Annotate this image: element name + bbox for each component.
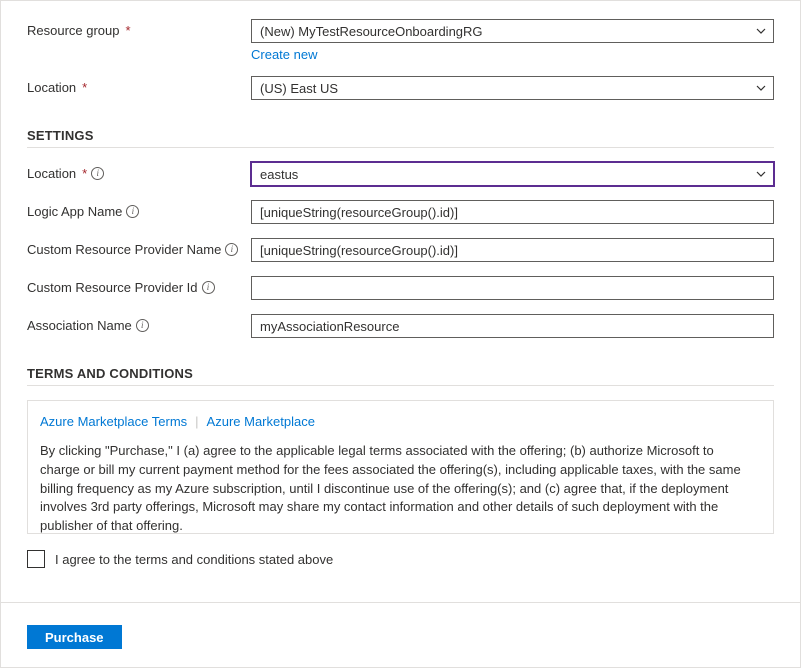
terms-scroll[interactable]: Azure Marketplace Terms | Azure Marketpl…: [28, 401, 773, 533]
terms-heading: TERMS AND CONDITIONS: [27, 366, 774, 381]
custom-rp-id-input[interactable]: [251, 276, 774, 300]
label-resource-group: Resource group *: [27, 19, 251, 38]
label-location-basics-text: Location: [27, 80, 76, 95]
label-association-name-text: Association Name: [27, 318, 132, 333]
logic-app-name-input[interactable]: [251, 200, 774, 224]
settings-heading: SETTINGS: [27, 128, 774, 143]
label-location-basics: Location *: [27, 76, 251, 95]
association-name-input[interactable]: [251, 314, 774, 338]
label-custom-rp-id: Custom Resource Provider Id i: [27, 276, 251, 295]
label-location-settings-text: Location: [27, 166, 76, 181]
label-custom-rp-name: Custom Resource Provider Name i: [27, 238, 251, 257]
required-asterisk: *: [82, 166, 87, 181]
label-resource-group-text: Resource group: [27, 23, 120, 38]
link-separator: |: [195, 413, 198, 432]
deployment-panel: Resource group * (New) MyTestResourceOnb…: [0, 0, 801, 668]
location-basics-select[interactable]: (US) East US: [251, 76, 774, 100]
row-custom-rp-id: Custom Resource Provider Id i: [27, 276, 774, 300]
info-icon[interactable]: i: [91, 167, 104, 180]
row-location-settings: Location * i eastus: [27, 162, 774, 186]
chevron-down-icon: [755, 168, 767, 180]
agree-label: I agree to the terms and conditions stat…: [55, 552, 333, 567]
location-settings-select-value: eastus: [260, 167, 298, 182]
row-logic-app-name: Logic App Name i: [27, 200, 774, 224]
chevron-down-icon: [755, 82, 767, 94]
info-icon[interactable]: i: [202, 281, 215, 294]
bottom-divider: [1, 602, 800, 603]
field-location-settings: eastus: [251, 162, 774, 186]
agree-checkbox[interactable]: [27, 550, 45, 568]
required-asterisk: *: [82, 80, 87, 95]
field-location-basics: (US) East US: [251, 76, 774, 100]
field-resource-group: (New) MyTestResourceOnboardingRG Create …: [251, 19, 774, 62]
row-resource-group: Resource group * (New) MyTestResourceOnb…: [27, 19, 774, 62]
label-logic-app-name: Logic App Name i: [27, 200, 251, 219]
resource-group-select[interactable]: (New) MyTestResourceOnboardingRG: [251, 19, 774, 43]
required-asterisk: *: [126, 23, 131, 38]
custom-rp-name-input[interactable]: [251, 238, 774, 262]
label-location-settings: Location * i: [27, 162, 251, 181]
location-basics-select-value: (US) East US: [260, 81, 338, 96]
create-new-link[interactable]: Create new: [251, 47, 317, 62]
row-association-name: Association Name i: [27, 314, 774, 338]
field-logic-app-name: [251, 200, 774, 224]
chevron-down-icon: [755, 25, 767, 37]
agree-row: I agree to the terms and conditions stat…: [27, 550, 774, 568]
terms-divider: [27, 385, 774, 386]
azure-marketplace-terms-link[interactable]: Azure Marketplace Terms: [40, 413, 187, 432]
label-custom-rp-id-text: Custom Resource Provider Id: [27, 280, 198, 295]
terms-links: Azure Marketplace Terms | Azure Marketpl…: [40, 413, 749, 432]
resource-group-select-value: (New) MyTestResourceOnboardingRG: [260, 24, 483, 39]
location-settings-select[interactable]: eastus: [251, 162, 774, 186]
info-icon[interactable]: i: [225, 243, 238, 256]
settings-divider: [27, 147, 774, 148]
field-custom-rp-name: [251, 238, 774, 262]
terms-box: Azure Marketplace Terms | Azure Marketpl…: [27, 400, 774, 534]
field-custom-rp-id: [251, 276, 774, 300]
azure-marketplace-link[interactable]: Azure Marketplace: [207, 413, 315, 432]
field-association-name: [251, 314, 774, 338]
purchase-button[interactable]: Purchase: [27, 625, 122, 649]
label-association-name: Association Name i: [27, 314, 251, 333]
info-icon[interactable]: i: [136, 319, 149, 332]
label-logic-app-name-text: Logic App Name: [27, 204, 122, 219]
row-location-basics: Location * (US) East US: [27, 76, 774, 100]
terms-body-text: By clicking "Purchase," I (a) agree to t…: [40, 442, 749, 533]
info-icon[interactable]: i: [126, 205, 139, 218]
label-custom-rp-name-text: Custom Resource Provider Name: [27, 242, 221, 257]
row-custom-rp-name: Custom Resource Provider Name i: [27, 238, 774, 262]
